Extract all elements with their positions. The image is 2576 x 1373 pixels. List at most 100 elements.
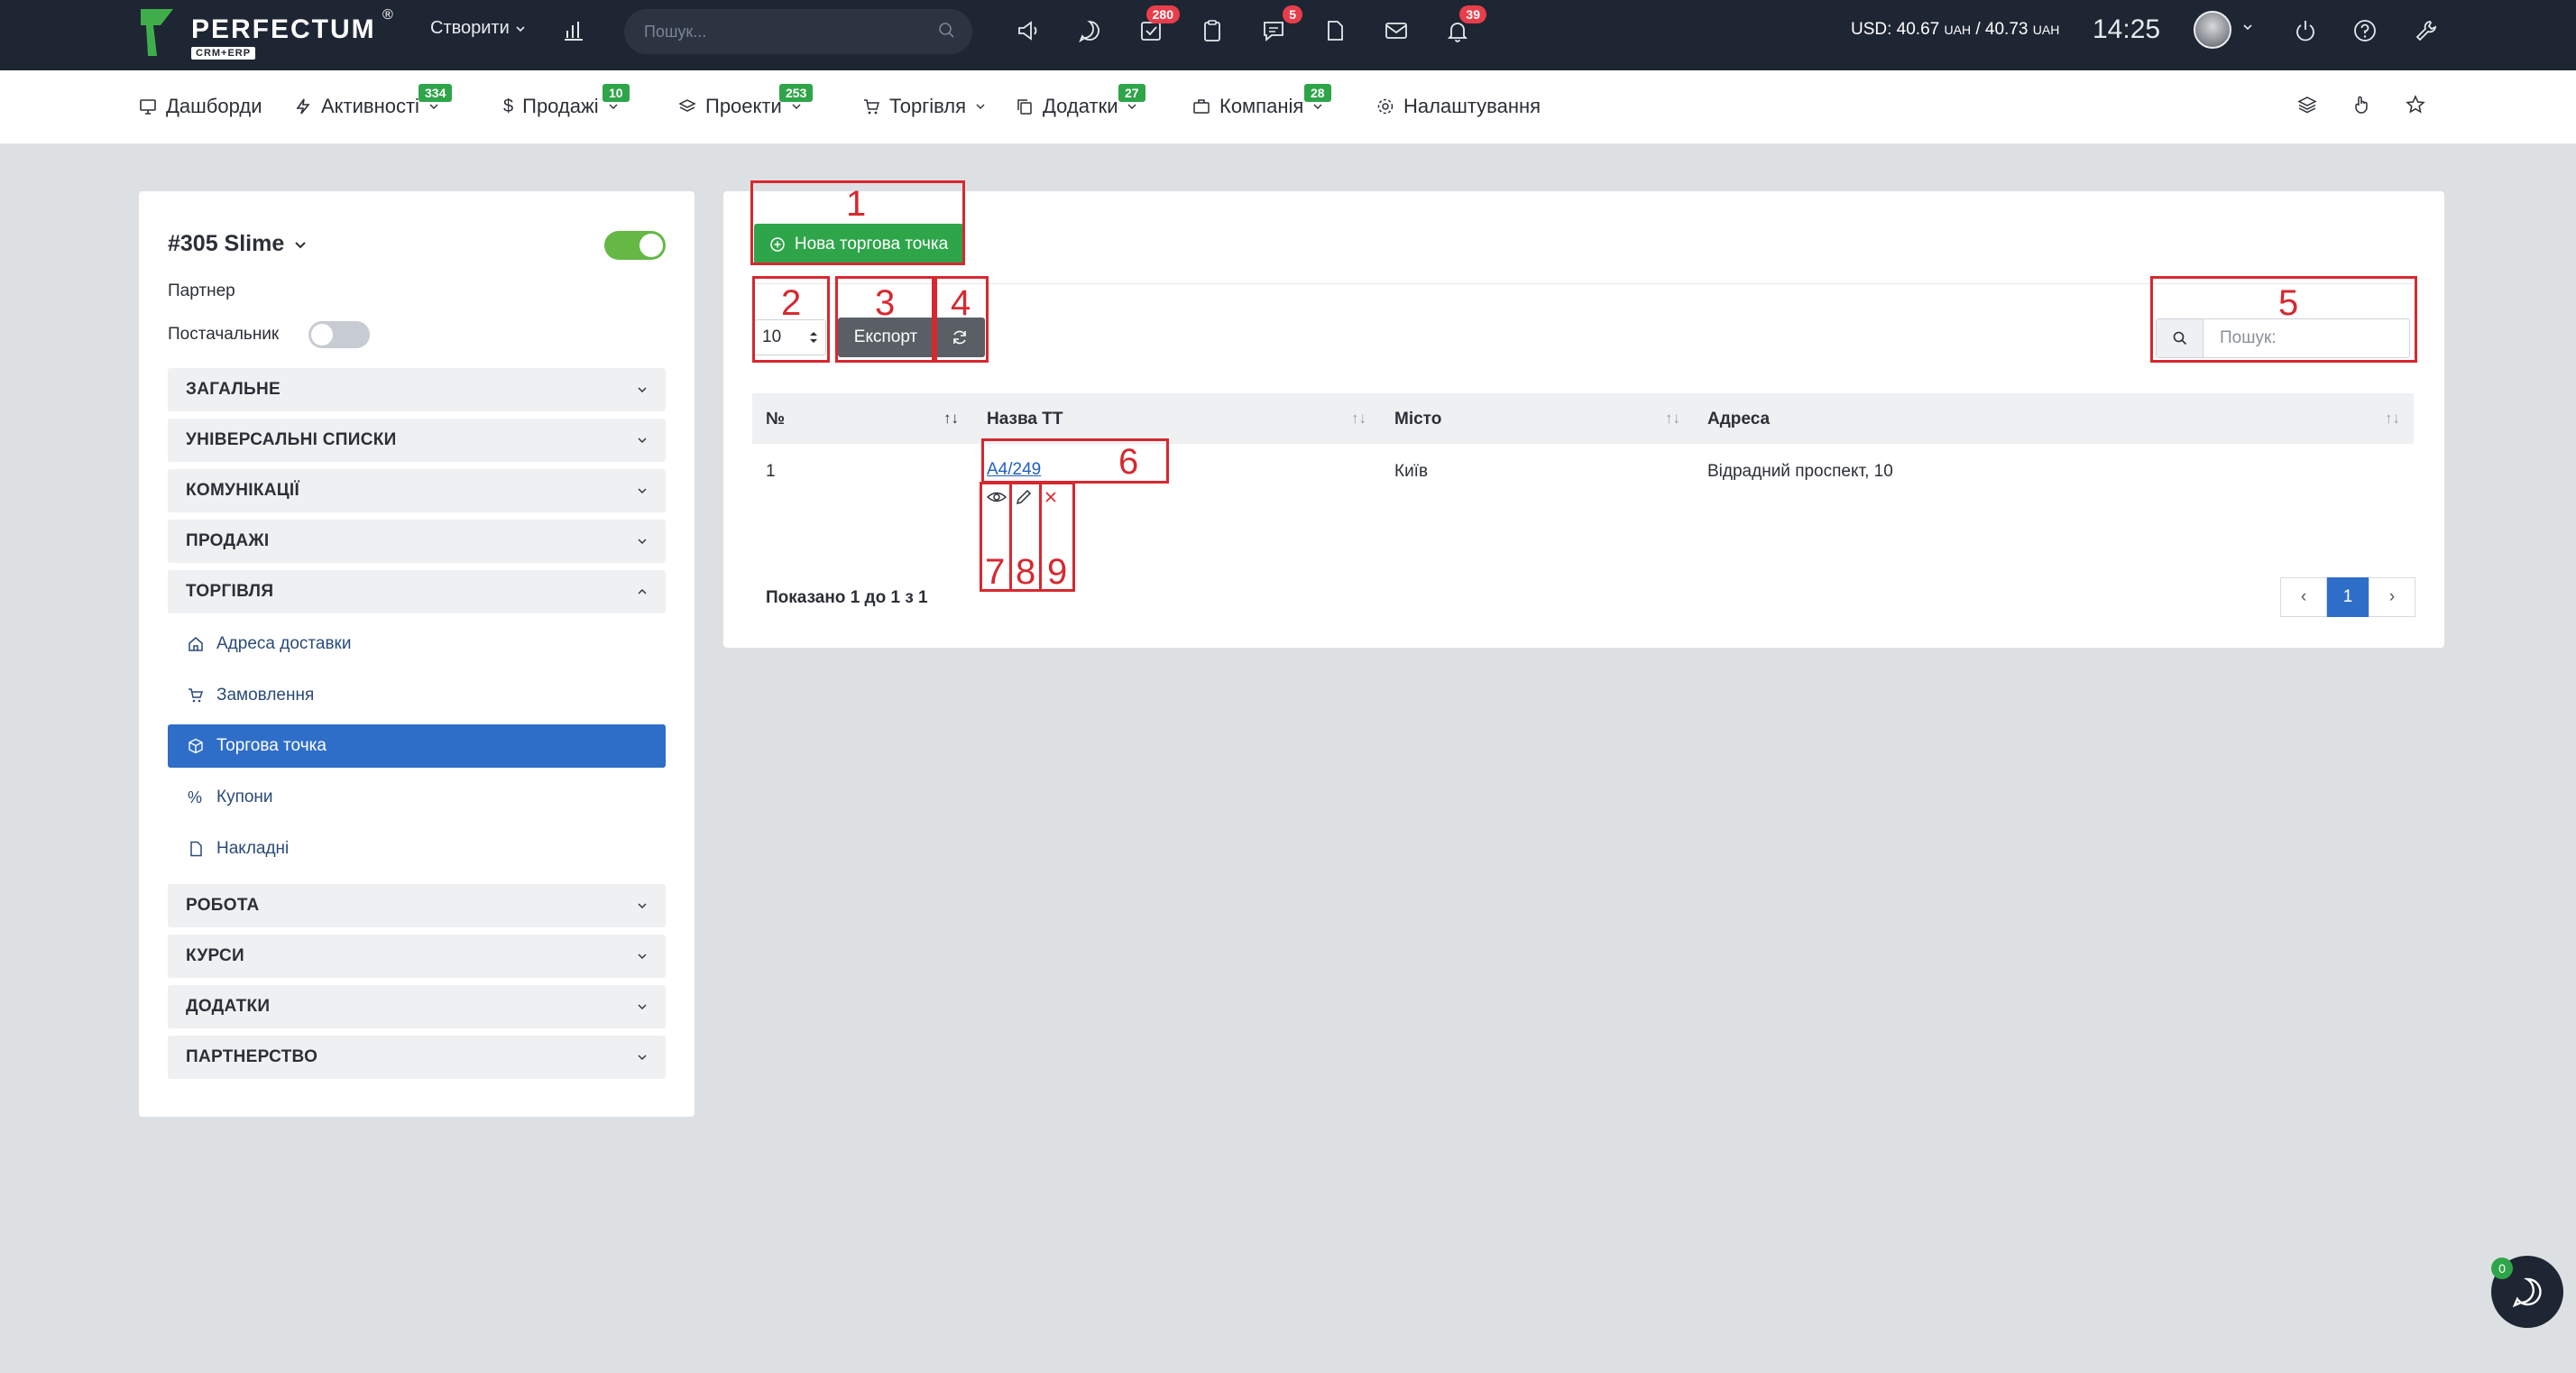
logo-registered: ®	[382, 7, 393, 23]
chevron-down-icon	[638, 1055, 647, 1060]
sidebar-item-invoices[interactable]: Накладні	[168, 827, 666, 871]
annotation-number-8: 8	[1016, 552, 1036, 592]
sidebar-item-label: Адреса доставки	[216, 634, 352, 653]
announcement-icon[interactable]	[1012, 14, 1044, 47]
global-search-placeholder: Пошук...	[644, 22, 707, 41]
nav-sales-label: Продажі	[522, 95, 599, 117]
nav-settings[interactable]: Налаштування	[1376, 95, 1541, 118]
logo-text: PERFECTUM	[191, 14, 376, 44]
chevron-down-icon[interactable]	[2242, 22, 2253, 32]
copy-icon	[1017, 99, 1032, 115]
client-title[interactable]: #305 Slime	[168, 231, 308, 257]
annotation-number-9: 9	[1047, 552, 1068, 592]
lightning-icon	[296, 98, 310, 115]
messages-icon[interactable]: 5	[1257, 5, 1302, 47]
document-icon[interactable]	[1319, 14, 1351, 47]
file-icon	[190, 841, 202, 857]
column-header-number[interactable]: №	[766, 410, 785, 429]
section-label: КУРСИ	[186, 946, 244, 965]
chevron-down-icon	[609, 104, 618, 109]
sort-icon[interactable]: ↑↓	[2385, 410, 2400, 428]
section-trade[interactable]: ТОРГІВЛЯ	[168, 570, 666, 613]
section-label: ПАРТНЕРСТВО	[186, 1047, 318, 1066]
section-communications[interactable]: КОМУНІКАЦІЇ	[168, 469, 666, 512]
client-sidebar: #305 Slime Партнер Постачальник ЗАГАЛЬНЕ…	[139, 191, 695, 1117]
section-sales[interactable]: ПРОДАЖІ	[168, 520, 666, 563]
main-nav: Дашборди Активності 334 $ Продажі 10 Про…	[0, 70, 2576, 144]
nav-dashboards[interactable]: Дашборди	[139, 95, 262, 118]
annotation-number-7: 7	[985, 552, 1006, 592]
sidebar-item-coupons[interactable]: % Купони	[168, 776, 666, 819]
pagination-page[interactable]: 1	[2327, 577, 2369, 617]
star-icon[interactable]	[2405, 94, 2426, 115]
chat-icon[interactable]	[1073, 14, 1106, 47]
nav-activities[interactable]: Активності 334	[294, 84, 453, 118]
client-active-toggle[interactable]	[604, 231, 666, 260]
clock: 14:25	[2093, 14, 2161, 44]
dollar-icon: $	[503, 96, 514, 116]
sidebar-item-delivery-address[interactable]: Адреса доставки	[168, 622, 666, 666]
annotation-number-2: 2	[781, 283, 802, 323]
section-general[interactable]: ЗАГАЛЬНЕ	[168, 368, 666, 411]
create-menu-button[interactable]: Створити	[430, 18, 526, 39]
column-header-city[interactable]: Місто	[1394, 410, 1441, 429]
nav-projects-badge: 253	[779, 84, 814, 102]
chevron-down-icon	[295, 241, 306, 248]
avatar[interactable]	[2194, 11, 2231, 49]
column-header-address[interactable]: Адреса	[1707, 410, 1770, 429]
chevron-down-icon	[429, 104, 438, 109]
sidebar-item-trade-point[interactable]: Торгова точка	[168, 724, 666, 768]
nav-trade[interactable]: Торгівля	[862, 95, 986, 118]
section-addons[interactable]: ДОДАТКИ	[168, 985, 666, 1028]
bell-icon[interactable]: 39	[1441, 5, 1486, 47]
cart-icon	[864, 99, 879, 115]
sidebar-item-label: Купони	[216, 788, 273, 806]
annotation-box-6	[981, 438, 1169, 484]
row-address: Відрадний проспект, 10	[1707, 462, 1893, 481]
bar-chart-icon[interactable]	[561, 18, 586, 43]
clipboard-icon[interactable]	[1196, 14, 1228, 47]
nav-projects-label: Проекти	[705, 95, 782, 117]
section-work[interactable]: РОБОТА	[168, 884, 666, 927]
tasks-icon[interactable]: 280	[1135, 5, 1180, 47]
column-header-name[interactable]: Назва ТТ	[987, 410, 1063, 429]
pagination-next[interactable]: ›	[2369, 577, 2415, 617]
chevron-down-icon	[1127, 104, 1136, 109]
layers-icon[interactable]	[2296, 94, 2318, 115]
section-partnership[interactable]: ПАРТНЕРСТВО	[168, 1036, 666, 1079]
nav-company-label: Компанія	[1219, 95, 1304, 117]
nav-sales[interactable]: $ Продажі 10	[503, 84, 630, 118]
annotation-number-1: 1	[846, 184, 867, 224]
section-courses[interactable]: КУРСИ	[168, 935, 666, 978]
nav-company[interactable]: Компанія 28	[1192, 84, 1331, 118]
row-city: Київ	[1394, 462, 1429, 481]
section-label: ПРОДАЖІ	[186, 531, 270, 550]
nav-trade-label: Торгівля	[889, 95, 967, 117]
sort-asc-icon[interactable]: ↑↓	[943, 410, 959, 428]
pagination-prev[interactable]: ‹	[2280, 577, 2327, 617]
nav-projects[interactable]: Проекти 253	[678, 84, 814, 118]
section-label: РОБОТА	[186, 896, 260, 915]
nav-addons[interactable]: Додатки 27	[1016, 84, 1145, 118]
partner-label: Партнер	[168, 281, 235, 300]
section-universal-lists[interactable]: УНІВЕРСАЛЬНІ СПИСКИ	[168, 419, 666, 462]
power-icon[interactable]	[2289, 14, 2322, 47]
sort-icon[interactable]: ↑↓	[1351, 410, 1366, 428]
section-label: УНІВЕРСАЛЬНІ СПИСКИ	[186, 430, 397, 449]
help-icon[interactable]	[2349, 14, 2381, 47]
wrench-icon[interactable]	[2410, 14, 2443, 47]
chevron-down-icon	[638, 438, 647, 443]
mail-icon[interactable]	[1380, 14, 1412, 47]
logo[interactable]: PERFECTUM ® CRM+ERP	[139, 5, 400, 61]
cube-icon	[189, 738, 203, 754]
hand-pointer-icon[interactable]	[2351, 94, 2372, 115]
global-search-input[interactable]: Пошук...	[624, 9, 972, 54]
notifications-badge: 39	[1459, 5, 1486, 23]
supplier-label: Постачальник	[168, 325, 280, 344]
sort-icon[interactable]: ↑↓	[1665, 410, 1680, 428]
sidebar-item-orders[interactable]: Замовлення	[168, 674, 666, 717]
currency-usd: USD: 40.67	[1851, 20, 1940, 39]
chevron-down-icon	[638, 1004, 647, 1009]
supplier-toggle[interactable]	[308, 321, 370, 348]
sidebar-item-label: Торгова точка	[216, 736, 327, 755]
